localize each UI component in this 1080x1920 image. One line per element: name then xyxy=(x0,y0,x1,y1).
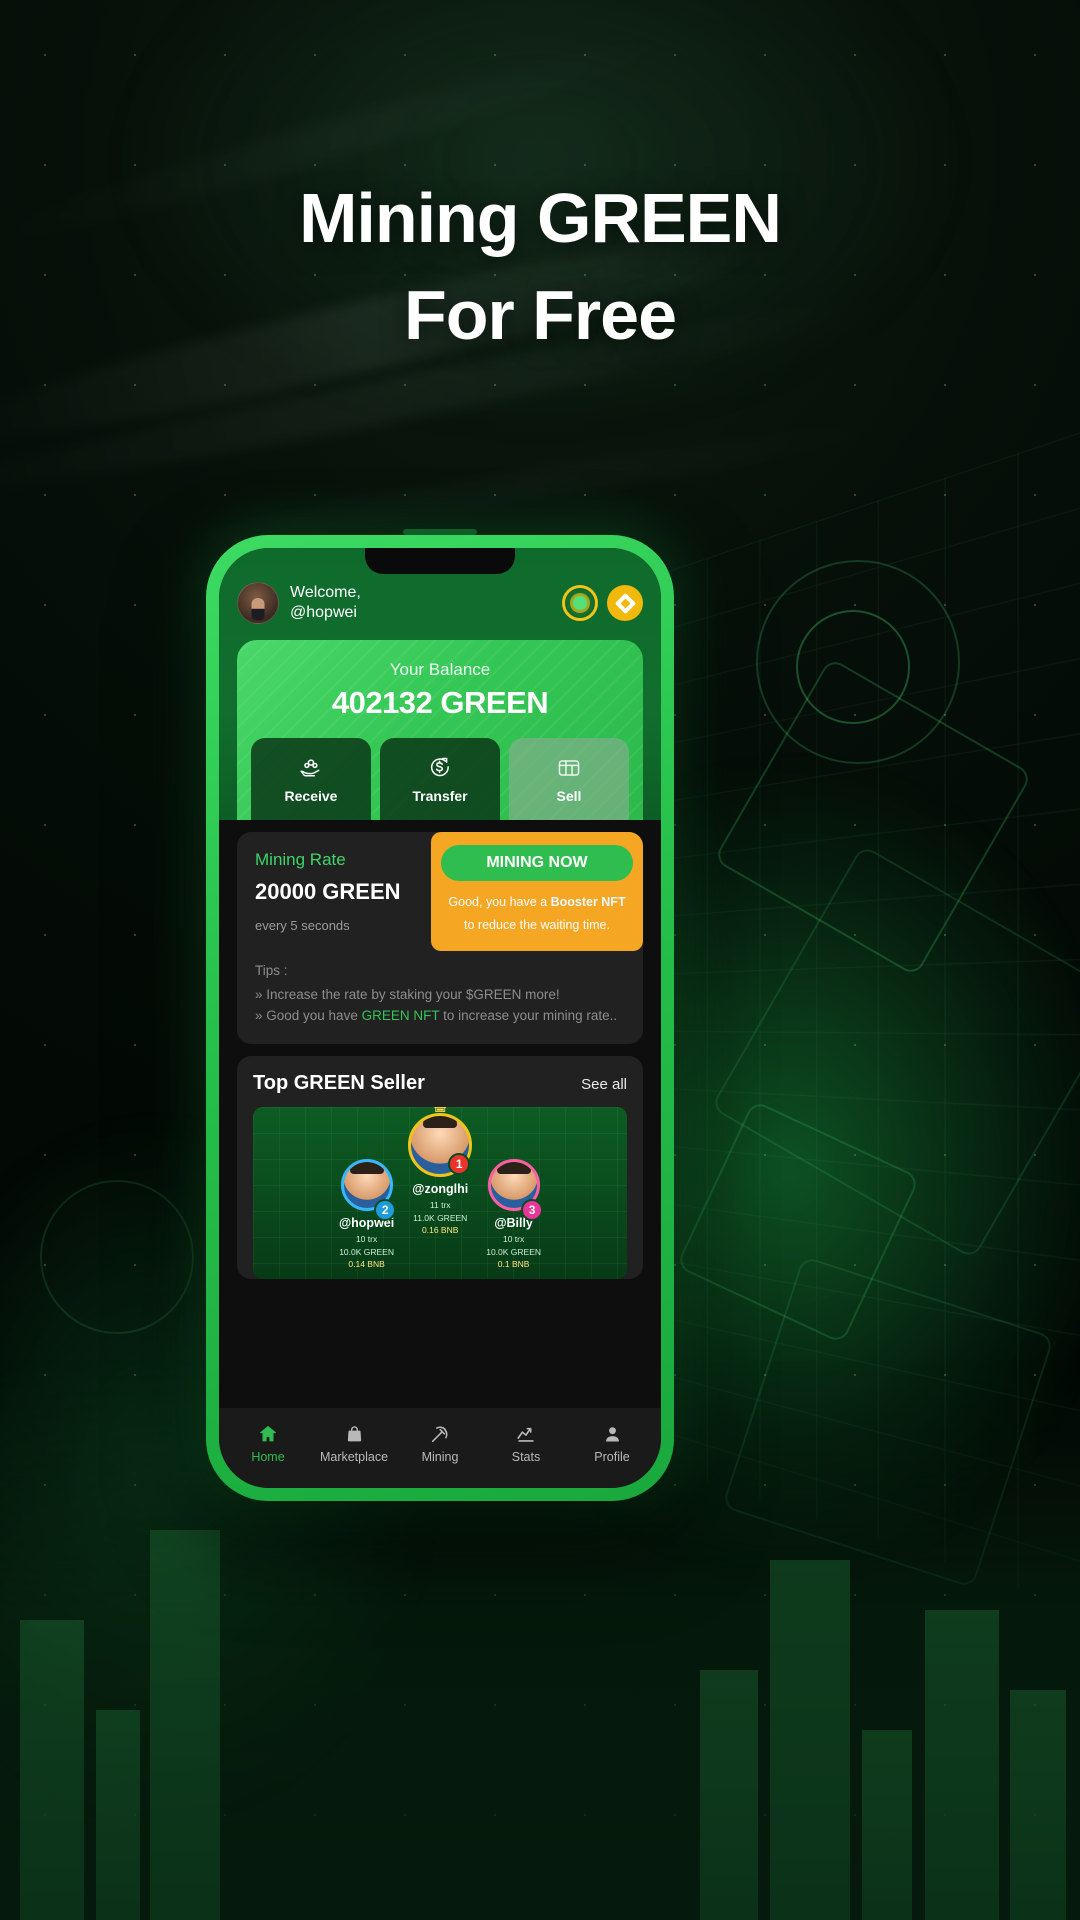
nav-label-marketplace: Marketplace xyxy=(320,1450,388,1464)
nav-label-stats: Stats xyxy=(512,1450,541,1464)
nav-item-marketplace[interactable]: Marketplace xyxy=(311,1422,397,1464)
seller-name: @zonglhi xyxy=(408,1182,472,1196)
phone-speaker xyxy=(403,529,477,535)
green-token-icon[interactable] xyxy=(562,585,598,621)
seller-rank-badge: 3 xyxy=(521,1199,543,1221)
seller-item[interactable]: 2 @hopwei 10 trx 10.0K GREEN 0.14 BNB xyxy=(339,1159,394,1271)
dollar-arrow-icon xyxy=(427,755,453,781)
mining-rate-value: 20000 GREEN xyxy=(255,879,431,905)
booster-note: Good, you have a Booster NFT to reduce t… xyxy=(441,891,633,937)
balance-card: Your Balance 402132 GREEN Receive Transf… xyxy=(237,640,643,820)
balance-actions: Receive Transfer Sell xyxy=(251,738,629,820)
sell-label: Sell xyxy=(557,788,582,804)
seller-bnb: 0.16 BNB xyxy=(408,1224,472,1237)
green-nft-text: GREEN NFT xyxy=(362,1008,440,1023)
home-icon xyxy=(225,1422,311,1446)
card-icon xyxy=(556,755,582,781)
seller-trx: 10 trx xyxy=(486,1233,541,1246)
hand-coins-icon xyxy=(298,755,324,781)
nav-item-profile[interactable]: Profile xyxy=(569,1422,655,1464)
seller-green: 10.0K GREEN xyxy=(486,1246,541,1259)
phone-notch xyxy=(365,548,515,574)
nav-label-mining: Mining xyxy=(422,1450,459,1464)
bnb-token-icon[interactable] xyxy=(607,585,643,621)
app-header: Welcome, @hopwei xyxy=(237,582,643,624)
receive-button[interactable]: Receive xyxy=(251,738,371,820)
booster-note-line2: to reduce the waiting time. xyxy=(441,914,633,937)
nav-label-profile: Profile xyxy=(594,1450,629,1464)
mining-now-button[interactable]: MINING NOW xyxy=(441,845,633,881)
phone-screen: Welcome, @hopwei Your Balance 402132 GRE… xyxy=(219,548,661,1488)
chart-icon xyxy=(483,1422,569,1446)
nav-item-home[interactable]: Home xyxy=(225,1422,311,1464)
hero-headline: Mining GREEN For Free xyxy=(0,170,1080,363)
see-all-link[interactable]: See all xyxy=(581,1076,627,1093)
balance-label: Your Balance xyxy=(251,660,629,680)
balance-amount: 402132 GREEN xyxy=(251,685,629,721)
nav-item-stats[interactable]: Stats xyxy=(483,1422,569,1464)
seller-trx: 11 trx xyxy=(408,1199,472,1212)
seller-item[interactable]: ♚ 1 @zonglhi 11 trx 11.0K GREEN 0.16 BNB xyxy=(408,1113,472,1237)
hero-line-2: For Free xyxy=(0,267,1080,364)
background-circle xyxy=(40,1180,194,1334)
tip2-prefix: » Good you have xyxy=(255,1008,362,1023)
pickaxe-icon xyxy=(397,1422,483,1446)
app-body: Mining Rate 20000 GREEN every 5 seconds … xyxy=(219,820,661,1408)
transfer-button[interactable]: Transfer xyxy=(380,738,500,820)
receive-label: Receive xyxy=(285,788,338,804)
mining-rate-label: Mining Rate xyxy=(255,850,431,870)
background-circle xyxy=(796,610,910,724)
tips-section: Tips : » Increase the rate by staking yo… xyxy=(237,951,643,1044)
sellers-podium: 2 @hopwei 10 trx 10.0K GREEN 0.14 BNB ♚ … xyxy=(253,1107,627,1279)
app-top-section: Welcome, @hopwei Your Balance 402132 GRE… xyxy=(219,548,661,820)
booster-nft-text: Booster NFT xyxy=(551,895,626,909)
welcome-greeting: Welcome, xyxy=(290,583,361,603)
seller-bnb: 0.1 BNB xyxy=(486,1258,541,1271)
top-sellers-card: Top GREEN Seller See all 2 @hopwei 10 tr… xyxy=(237,1056,643,1279)
tip-item: » Increase the rate by staking your $GRE… xyxy=(255,985,625,1006)
nav-label-home: Home xyxy=(251,1450,284,1464)
token-badges xyxy=(562,585,643,621)
mining-rate-interval: every 5 seconds xyxy=(255,918,431,933)
seller-green: 11.0K GREEN xyxy=(408,1212,472,1225)
sell-button[interactable]: Sell xyxy=(509,738,629,820)
person-icon xyxy=(569,1422,655,1446)
seller-green: 10.0K GREEN xyxy=(339,1246,394,1259)
mining-now-panel: MINING NOW Good, you have a Booster NFT … xyxy=(431,832,643,951)
mining-card: Mining Rate 20000 GREEN every 5 seconds … xyxy=(237,832,643,1044)
seller-rank-badge: 2 xyxy=(374,1199,396,1221)
seller-item[interactable]: 3 @Billy 10 trx 10.0K GREEN 0.1 BNB xyxy=(486,1159,541,1271)
hero-line-1: Mining GREEN xyxy=(299,179,781,257)
phone-mockup: Welcome, @hopwei Your Balance 402132 GRE… xyxy=(206,535,674,1501)
nav-item-mining[interactable]: Mining xyxy=(397,1422,483,1464)
tip2-suffix: to increase your mining rate.. xyxy=(439,1008,617,1023)
tip-item: » Good you have GREEN NFT to increase yo… xyxy=(255,1006,625,1027)
transfer-label: Transfer xyxy=(412,788,467,804)
top-sellers-title: Top GREEN Seller xyxy=(253,1072,425,1095)
welcome-text: Welcome, @hopwei xyxy=(290,583,361,624)
tips-heading: Tips : xyxy=(255,961,625,982)
bottom-navigation: Home Marketplace Mining Stats Profile xyxy=(219,1408,661,1488)
bag-icon xyxy=(311,1422,397,1446)
booster-note-prefix: Good, you have a xyxy=(448,895,550,909)
seller-rank-badge: 1 xyxy=(448,1153,470,1175)
welcome-username: @hopwei xyxy=(290,603,361,623)
seller-trx: 10 trx xyxy=(339,1233,394,1246)
avatar[interactable] xyxy=(237,582,279,624)
seller-bnb: 0.14 BNB xyxy=(339,1258,394,1271)
